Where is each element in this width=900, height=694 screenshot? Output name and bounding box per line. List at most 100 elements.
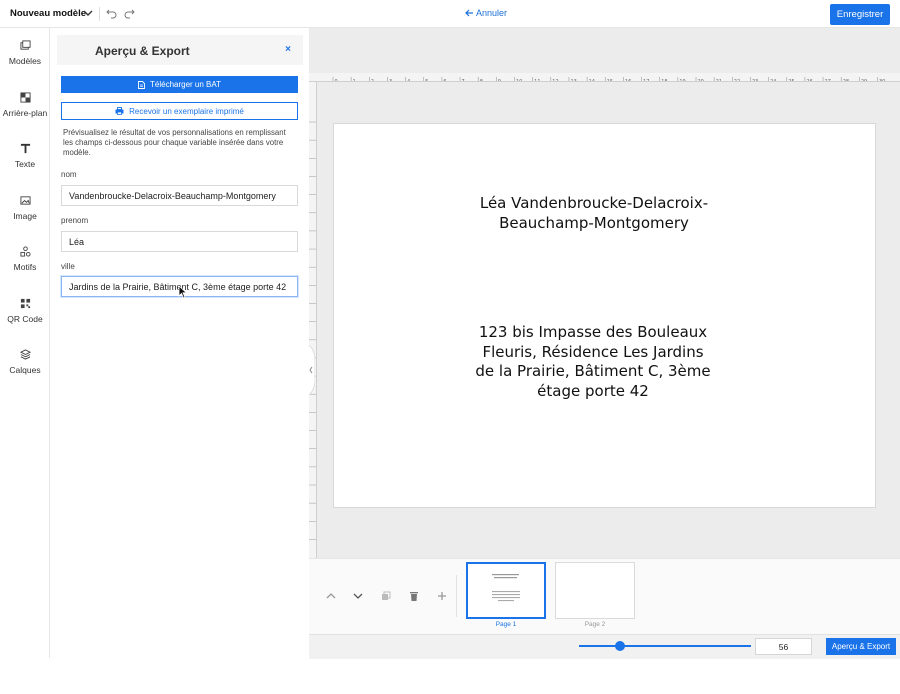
field-label-nom: nom: [61, 170, 77, 179]
ruler-tick-label: 4: [407, 79, 410, 82]
save-button[interactable]: Enregistrer: [830, 4, 890, 25]
preview-export-panel: Aperçu & Export × Télécharger un BAT Rec…: [51, 28, 309, 659]
layers-icon: [19, 349, 31, 360]
sidebar-item-shapes[interactable]: Motifs: [0, 242, 50, 282]
canvas-address-text[interactable]: 123 bis Impasse des Bouleaux Fleuris, Ré…: [475, 323, 711, 401]
panel-description: Prévisualisez le résultat de vos personn…: [63, 128, 286, 157]
left-sidebar: Modèles Arrière-plan Texte Image Motifs …: [0, 28, 50, 658]
ruler-tick-label: 28: [843, 79, 849, 82]
ruler-tick-label: 2: [371, 79, 374, 82]
chevron-down-icon[interactable]: [351, 589, 365, 603]
cancel-link[interactable]: Annuler: [465, 8, 507, 18]
ruler-tick-label: 7: [462, 79, 465, 82]
sidebar-item-label: Arrière-plan: [2, 108, 48, 118]
receive-print-label: Recevoir un exemplaire imprimé: [129, 106, 244, 116]
ruler-tick-label: 19: [679, 79, 685, 82]
cancel-label: Annuler: [476, 8, 508, 18]
document-icon: [138, 80, 145, 89]
ruler-tick-label: 6: [443, 79, 446, 82]
ruler-tick-label: 16: [625, 79, 631, 82]
ruler-tick-label: 10: [516, 79, 522, 82]
printer-icon: [115, 107, 124, 115]
add-page-icon[interactable]: [435, 589, 449, 603]
preview-export-button[interactable]: Aperçu & Export: [826, 638, 896, 655]
model-name[interactable]: Nouveau modèle: [10, 8, 86, 19]
ruler-tick-label: 17: [643, 79, 649, 82]
ruler-tick-label: 15: [607, 79, 613, 82]
top-bar: Nouveau modèle Annuler Enregistrer: [0, 0, 900, 28]
ruler-tick-label: 1: [353, 79, 356, 82]
prenom-input[interactable]: Léa: [61, 231, 298, 252]
field-label-ville: ville: [61, 262, 75, 271]
sidebar-item-qrcode[interactable]: QR Code: [0, 294, 50, 334]
duplicate-icon[interactable]: [379, 589, 393, 603]
ruler-tick-label: 27: [825, 79, 831, 82]
panel-header: Aperçu & Export ×: [57, 35, 303, 65]
ruler-tick-label: 21: [716, 79, 722, 82]
ruler-tick-label: 29: [861, 79, 867, 82]
page-thumbnail-1[interactable]: [466, 562, 546, 619]
ruler-tick-label: 24: [770, 79, 776, 82]
background-icon: [19, 92, 31, 103]
ruler-tick-label: 9: [498, 79, 501, 82]
ruler-tick-label: 3: [389, 79, 392, 82]
mouse-cursor-icon: [178, 285, 188, 299]
shapes-icon: [19, 246, 31, 257]
undo-icon[interactable]: [106, 7, 118, 19]
sidebar-item-label: Image: [13, 211, 37, 221]
image-icon: [19, 196, 31, 205]
ruler-tick-label: 30: [879, 79, 885, 82]
zoom-input[interactable]: 56: [755, 638, 812, 655]
design-page[interactable]: Léa Vandenbroucke-Delacroix-Beauchamp-Mo…: [333, 123, 876, 508]
ruler-ticks: 0 1 2 3 4 5 6 7 8 9 10 11 12 13 14 15 16 17 18 19 20 21 22 23 24…: [332, 77, 885, 82]
ruler-tick-label: 11: [534, 79, 540, 82]
trash-icon[interactable]: [407, 589, 421, 603]
ruler-tick-label: 0: [335, 79, 338, 82]
page-label-1: Page 1: [495, 621, 517, 628]
sidebar-item-text[interactable]: Texte: [0, 139, 50, 179]
panel-collapse-handle[interactable]: [305, 345, 315, 395]
receive-print-button[interactable]: Recevoir un exemplaire imprimé: [61, 102, 298, 120]
ruler-tick-label: 22: [734, 79, 740, 82]
sidebar-item-label: Calques: [9, 365, 41, 375]
sidebar-item-label: QR Code: [7, 314, 43, 324]
sidebar-item-templates[interactable]: Modèles: [0, 36, 50, 76]
panel-title: Aperçu & Export: [95, 44, 190, 58]
page-label-2: Page 2: [584, 621, 606, 628]
chevron-down-icon[interactable]: [82, 6, 94, 20]
ruler-horizontal: 0 1 2 3 4 5 6 7 8 9 10 11 12 13 14 15 16 17 18 19 20 21 22 23 24…: [309, 73, 900, 82]
ruler-tick-label: 14: [589, 79, 595, 82]
sidebar-item-label: Texte: [14, 159, 36, 169]
templates-icon: [19, 40, 31, 50]
download-bat-button[interactable]: Télécharger un BAT: [61, 76, 298, 93]
sidebar-item-label: Motifs: [13, 262, 37, 272]
canvas-name-text[interactable]: Léa Vandenbroucke-Delacroix-Beauchamp-Mo…: [474, 194, 714, 233]
download-bat-label: Télécharger un BAT: [150, 80, 221, 89]
ruler-tick-label: 13: [570, 79, 576, 82]
sidebar-item-image[interactable]: Image: [0, 191, 50, 231]
ruler-tick-label: 18: [661, 79, 667, 82]
page-thumbnail-2[interactable]: [555, 562, 635, 619]
ruler-vertical-ticks: [309, 121, 316, 540]
sidebar-item-background[interactable]: Arrière-plan: [0, 88, 50, 128]
ruler-tick-label: 23: [752, 79, 758, 82]
ruler-tick-label: 26: [806, 79, 812, 82]
zoom-slider-track[interactable]: [579, 645, 751, 647]
ruler-tick-label: 8: [480, 79, 483, 82]
sidebar-item-layers[interactable]: Calques: [0, 345, 50, 385]
ruler-tick-label: 12: [552, 79, 558, 82]
chevron-up-icon[interactable]: [324, 589, 338, 603]
sidebar-item-label: Modèles: [8, 56, 42, 66]
redo-icon[interactable]: [123, 7, 135, 19]
close-icon[interactable]: ×: [285, 44, 291, 55]
field-label-prenom: prenom: [61, 216, 89, 225]
toolbar-divider: [99, 7, 100, 21]
text-icon: [20, 143, 30, 154]
ruler-tick-label: 20: [698, 79, 704, 82]
ruler-vertical: [309, 82, 317, 558]
nom-input[interactable]: Vandenbroucke-Delacroix-Beauchamp-Montgo…: [61, 185, 298, 206]
ruler-tick-label: 25: [788, 79, 794, 82]
ruler-tick-label: 5: [425, 79, 428, 82]
qrcode-icon: [20, 298, 30, 309]
page-thumbnail-preview: [492, 574, 520, 602]
